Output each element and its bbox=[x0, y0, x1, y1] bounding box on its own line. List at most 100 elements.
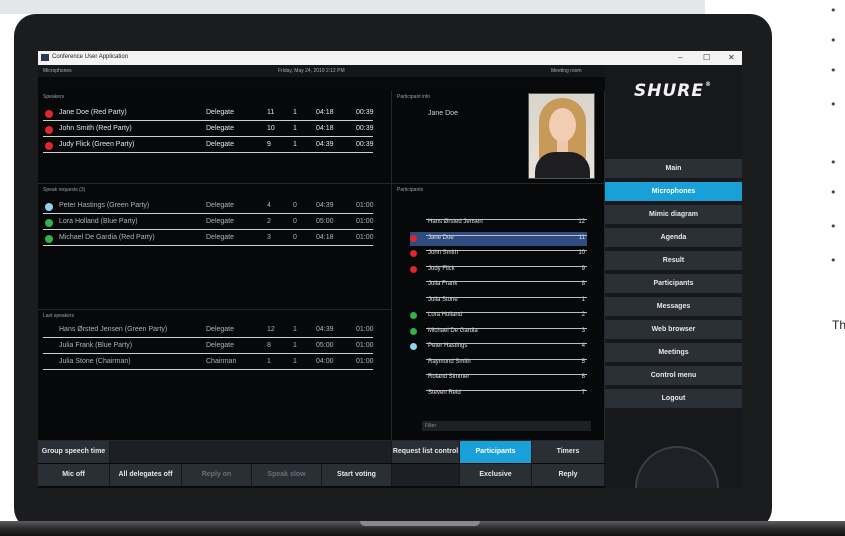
participant-row[interactable]: Julia Frank 8 bbox=[410, 278, 587, 292]
speaker-name: Peter Hastings (Green Party) bbox=[59, 202, 150, 209]
request-row[interactable]: Lora Holland (Blue Party) Delegate 2 0 05:00… bbox=[43, 216, 374, 230]
participant-row[interactable]: Roland Simmer 6 bbox=[410, 371, 587, 385]
speaker-name: Julia Stone (Chairman) bbox=[59, 358, 131, 365]
time-elapsed: 04:18 bbox=[316, 234, 334, 241]
participant-row[interactable]: Michael De Gardia 3 bbox=[410, 325, 587, 339]
participant-row[interactable]: Hans Ørsted Jensen 12 bbox=[410, 216, 587, 230]
last-speakers-heading: Last speakers bbox=[43, 313, 75, 319]
count: 1 bbox=[293, 125, 297, 132]
participant-row[interactable]: Lora Holland 2 bbox=[410, 309, 587, 323]
sidebar: SHURE® Main Microphones Mimic diagram Agend… bbox=[605, 65, 742, 488]
group-speech-time-button[interactable]: Group speech time bbox=[38, 441, 110, 463]
section-label: Microphones bbox=[43, 68, 72, 74]
status-dot bbox=[410, 265, 417, 273]
last-speaker-row[interactable]: Julia Stone (Chairman) Chairman 1 1 04:00 01:… bbox=[43, 356, 374, 370]
bottom-bar-spacer bbox=[392, 464, 460, 486]
participant-row[interactable]: Judy Flick 9 bbox=[410, 263, 587, 277]
reply-on-button[interactable]: Reply on bbox=[182, 464, 252, 486]
participant-row[interactable]: Steven Reid 7 bbox=[410, 387, 587, 401]
count: 0 bbox=[293, 202, 297, 209]
page-text-fragment: Th bbox=[832, 318, 845, 332]
time-limit: 01:00 bbox=[356, 326, 374, 333]
tab-timers[interactable]: Timers bbox=[532, 441, 605, 463]
speak-slow-button[interactable]: Speak slow bbox=[252, 464, 322, 486]
speakers-panel: Speakers bbox=[38, 91, 392, 184]
last-speaker-row[interactable]: Hans Ørsted Jensen (Green Party) Delegate… bbox=[43, 324, 374, 338]
last-speaker-row[interactable]: Julia Frank (Blue Party) Delegate 8 1 05:00 0… bbox=[43, 340, 374, 354]
status-dot bbox=[410, 327, 417, 335]
time-elapsed: 04:18 bbox=[316, 109, 334, 116]
row-divider bbox=[426, 389, 587, 391]
status-dot bbox=[45, 203, 53, 211]
sidebar-item-microphones[interactable]: Microphones bbox=[605, 182, 742, 203]
request-list-control-button[interactable]: Request list control bbox=[392, 441, 460, 463]
all-delegates-off-button[interactable]: All delegates off bbox=[110, 464, 182, 486]
sidebar-item-agenda[interactable]: Agenda bbox=[605, 228, 742, 249]
tab-participants[interactable]: Participants bbox=[460, 441, 532, 463]
speaker-row[interactable]: John Smith (Red Party) Delegate 10 1 04:18 00… bbox=[43, 123, 374, 137]
mic-off-button[interactable]: Mic off bbox=[38, 464, 110, 486]
time-elapsed: 04:00 bbox=[316, 358, 334, 365]
status-dot bbox=[410, 312, 417, 319]
reply-button[interactable]: Reply bbox=[532, 464, 605, 486]
role: Delegate bbox=[206, 326, 235, 333]
sidebar-item-meetings[interactable]: Meetings bbox=[605, 343, 742, 364]
bullet: • bbox=[830, 34, 837, 47]
speaker-name: Jane Doe (Red Party) bbox=[59, 109, 127, 116]
participant-row[interactable]: Raymond Smith 5 bbox=[410, 356, 587, 370]
speaker-name: John Smith (Red Party) bbox=[59, 125, 132, 132]
main-content: Microphones Friday, May 24, 2019 2:12 PM… bbox=[38, 65, 605, 488]
row-divider bbox=[426, 312, 587, 313]
count: 1 bbox=[293, 109, 297, 116]
bottom-bar-spacer bbox=[110, 441, 392, 463]
speaker-row[interactable]: Jane Doe (Red Party) Delegate 11 1 04:18 00:3… bbox=[43, 107, 374, 121]
row-divider bbox=[426, 265, 587, 267]
participant-row[interactable]: Peter Hastings 4 bbox=[410, 340, 587, 354]
speaker-name: Judy Flick (Green Party) bbox=[59, 141, 135, 148]
sidebar-item-result[interactable]: Result bbox=[605, 251, 742, 272]
sidebar-item-web-browser[interactable]: Web browser bbox=[605, 320, 742, 341]
seat-number: 4 bbox=[267, 202, 271, 209]
seat-number: 2 bbox=[267, 218, 271, 225]
minimize-icon[interactable]: – bbox=[678, 53, 682, 62]
bullet: • bbox=[830, 254, 837, 267]
sidebar-decoration bbox=[635, 446, 719, 488]
row-divider bbox=[426, 374, 587, 375]
time-limit: 00:39 bbox=[356, 109, 374, 116]
status-dot bbox=[45, 126, 53, 134]
status-dot bbox=[45, 110, 53, 118]
exclusive-button[interactable]: Exclusive bbox=[460, 464, 532, 486]
seat-number: 12 bbox=[267, 326, 275, 333]
date-time: Friday, May 24, 2019 2:12 PM bbox=[278, 68, 345, 74]
status-dot bbox=[410, 234, 417, 242]
filter-input[interactable]: Filter bbox=[422, 421, 591, 431]
request-row[interactable]: Michael De Gardia (Red Party) Delegate 3 0 0… bbox=[43, 232, 374, 246]
status-dot bbox=[45, 142, 53, 150]
time-limit: 01:00 bbox=[356, 202, 374, 209]
sidebar-item-logout[interactable]: Logout bbox=[605, 389, 742, 410]
participant-row[interactable]: Julia Stone 1 bbox=[410, 294, 587, 308]
sidebar-item-control-menu[interactable]: Control menu bbox=[605, 366, 742, 387]
sidebar-item-participants[interactable]: Participants bbox=[605, 274, 742, 295]
sidebar-item-main[interactable]: Main bbox=[605, 159, 742, 180]
speaker-row[interactable]: Judy Flick (Green Party) Delegate 9 1 04:39 0… bbox=[43, 139, 374, 153]
count: 0 bbox=[293, 218, 297, 225]
participant-row[interactable]: John Smith 10 bbox=[410, 247, 587, 261]
sidebar-item-mimic-diagram[interactable]: Mimic diagram bbox=[605, 205, 742, 226]
time-limit: 00:39 bbox=[356, 141, 374, 148]
time-limit: 01:00 bbox=[356, 358, 374, 365]
time-limit: 01:00 bbox=[356, 342, 374, 349]
page-header-band bbox=[0, 0, 705, 14]
participant-row[interactable]: Jane Doe 11 bbox=[410, 231, 587, 246]
start-voting-button[interactable]: Start voting bbox=[322, 464, 392, 486]
app-icon bbox=[41, 54, 49, 61]
speaker-name: Lora Holland (Blue Party) bbox=[59, 218, 138, 225]
request-row[interactable]: Peter Hastings (Green Party) Delegate 4 0 04… bbox=[43, 200, 374, 214]
bullet: • bbox=[830, 186, 837, 199]
close-icon[interactable]: ✕ bbox=[728, 53, 735, 62]
sidebar-item-messages[interactable]: Messages bbox=[605, 297, 742, 318]
maximize-icon[interactable]: ☐ bbox=[703, 53, 710, 62]
count: 1 bbox=[293, 326, 297, 333]
role: Delegate bbox=[206, 141, 235, 148]
status-dot bbox=[45, 219, 53, 227]
